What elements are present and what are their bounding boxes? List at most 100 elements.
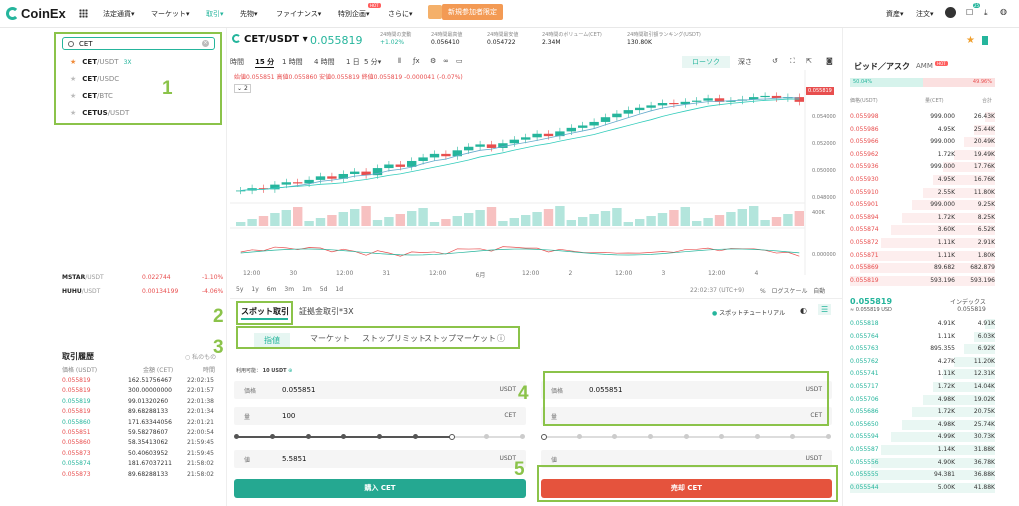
add-funds-icon[interactable]: ⊕ [288, 368, 292, 374]
range-5y[interactable]: 5y [236, 286, 243, 293]
bid-row[interactable]: 0.055764 1.11K 6.03K [850, 331, 995, 343]
layout-toggle-icon[interactable]: ☰ [818, 304, 832, 315]
slider-step[interactable] [719, 434, 725, 439]
apps-grid-icon[interactable] [79, 9, 88, 18]
fullscreen-icon[interactable]: ⛶ [790, 57, 795, 66]
buy-price-field[interactable]: 価格 0.055851 USDT [234, 381, 526, 399]
ask-row[interactable]: 0.055872 1.11K 2.91K [850, 237, 995, 249]
range-3m[interactable]: 3m [284, 286, 294, 293]
promo-banner[interactable]: 新規参加者限定 [428, 4, 503, 22]
bid-row[interactable]: 0.055686 1.72K 20.75K [850, 406, 995, 418]
interval-1h[interactable]: 1 時間 [282, 57, 303, 67]
slider-step[interactable] [683, 434, 689, 439]
nav-orders[interactable]: 注文▾ [916, 9, 934, 19]
slider-step[interactable] [612, 434, 618, 439]
ask-row[interactable]: 0.055869 89.682 682.879 [850, 262, 995, 274]
slider-step[interactable] [377, 434, 382, 439]
bid-row[interactable]: 0.055587 1.14K 31.88K [850, 444, 995, 456]
slider-step[interactable] [576, 434, 582, 439]
candle-type-icon[interactable]: ⫴ [398, 57, 401, 66]
ask-row[interactable]: 0.055819 593.196 593.196 [850, 275, 995, 287]
pair-selector[interactable]: CET/USDT ▾ [232, 34, 308, 45]
nav-markets[interactable]: マーケット▾ [151, 9, 190, 19]
interval-dropdown[interactable]: 5 分▾ [364, 57, 381, 67]
coinex-logo[interactable]: CoinEx [6, 6, 66, 21]
collapse-toggle[interactable]: ⌄ 2 [234, 84, 251, 93]
buy-button[interactable]: 購入 CET [234, 479, 526, 498]
camera-icon[interactable]: ◙ [826, 57, 833, 65]
ask-row[interactable]: 0.055874 3.60K 6.52K [850, 224, 995, 236]
indicator-icon[interactable]: ƒx [413, 57, 420, 65]
view-candle[interactable]: ローソク [682, 56, 730, 68]
download-icon[interactable]: ⤓ [984, 8, 988, 18]
bid-row[interactable]: 0.055706 4.98K 19.02K [850, 394, 995, 406]
avatar[interactable] [945, 7, 956, 18]
buy-amount-slider[interactable] [234, 433, 526, 441]
tab-margin[interactable]: 証拠金取引*3X [299, 306, 354, 317]
range-1y[interactable]: 1y [251, 286, 258, 293]
slider-step[interactable] [484, 434, 490, 439]
ask-row[interactable]: 0.055894 1.72K 8.25K [850, 212, 995, 224]
interval-4h[interactable]: 4 時間 [314, 57, 335, 67]
bid-row[interactable]: 0.055556 4.90K 36.78K [850, 457, 995, 469]
theme-icon[interactable]: ◐ [800, 306, 807, 315]
nav-more[interactable]: さらに▾ [388, 9, 413, 19]
price-chart[interactable] [230, 70, 840, 300]
compare-icon[interactable]: ∞ [443, 57, 449, 65]
expand-icon[interactable]: ⇱ [806, 57, 812, 65]
log-scale-toggle[interactable]: ログスケール [771, 288, 807, 295]
range-6m[interactable]: 6m [267, 286, 277, 293]
buy-amount-field[interactable]: 量 100 CET [234, 407, 526, 425]
nav-fiat[interactable]: 法定通貨▾ [103, 9, 135, 19]
market-row[interactable]: HUHU/USDT 0.00134199 -4.06% [62, 288, 223, 295]
nav-futures[interactable]: 先物▾ [240, 9, 258, 19]
interval-1d[interactable]: 1 日 [346, 57, 360, 67]
ask-row[interactable]: 0.055936 999.000 17.76K [850, 161, 995, 173]
bid-row[interactable]: 0.055762 4.27K 11.20K [850, 356, 995, 368]
slider-step[interactable] [541, 434, 547, 440]
slider-step[interactable] [754, 434, 760, 439]
mine-toggle[interactable]: ○ 私のもの [185, 352, 216, 361]
range-1m[interactable]: 1m [302, 286, 312, 293]
slider-step[interactable] [448, 434, 455, 440]
percent-toggle[interactable]: % [760, 288, 766, 295]
interval-15m[interactable]: 15 分 [255, 57, 275, 68]
market-row[interactable]: MSTAR/USDT 0.022744 -1.10% [62, 274, 223, 281]
slider-step[interactable] [520, 434, 525, 439]
slider-step[interactable] [647, 434, 653, 439]
settings-icon[interactable]: ⚙ [430, 57, 436, 65]
nav-trade[interactable]: 取引▾ [206, 9, 224, 19]
view-depth[interactable]: 深さ [736, 56, 754, 68]
layout-icon[interactable]: ▭ [456, 57, 463, 65]
slider-step[interactable] [826, 434, 831, 439]
slider-step[interactable] [305, 434, 311, 439]
bid-row[interactable]: 0.055544 5.00K 41.88K [850, 482, 995, 494]
orderbook-title[interactable]: ビッド／アスク [854, 61, 910, 72]
bid-row[interactable]: 0.055717 1.72K 14.04K [850, 381, 995, 393]
slider-step[interactable] [269, 434, 275, 439]
nav-assets[interactable]: 資産▾ [886, 9, 904, 19]
ask-row[interactable]: 0.055986 4.95K 25.44K [850, 124, 995, 136]
spot-tutorial-link[interactable]: ● スポットチュートリアル [712, 308, 785, 317]
ask-row[interactable]: 0.055966 999.000 20.49K [850, 136, 995, 148]
range-5d[interactable]: 5d [320, 286, 328, 293]
bid-row[interactable]: 0.055650 4.98K 25.74K [850, 419, 995, 431]
slider-step[interactable] [234, 434, 239, 439]
bid-row[interactable]: 0.055818 4.91K 4.91K [850, 318, 995, 330]
nav-special[interactable]: 特別企画▾ [338, 9, 370, 19]
ask-row[interactable]: 0.055901 999.000 9.25K [850, 199, 995, 211]
ask-row[interactable]: 0.055930 4.95K 16.76K [850, 174, 995, 186]
bid-row[interactable]: 0.055741 1.11K 12.31K [850, 368, 995, 380]
slider-step[interactable] [341, 434, 347, 439]
nav-finance[interactable]: ファイナンス▾ [276, 9, 321, 19]
auto-scale-toggle[interactable]: 自動 [813, 288, 825, 295]
ask-row[interactable]: 0.055910 2.55K 11.80K [850, 187, 995, 199]
globe-icon[interactable]: ◍ [1000, 7, 1007, 16]
buy-total-field[interactable]: 値 5.5851 USDT [234, 450, 526, 468]
ask-row[interactable]: 0.055998 999.000 26.43K [850, 111, 995, 123]
range-1d[interactable]: 1d [335, 286, 343, 293]
ask-row[interactable]: 0.055962 1.72K 19.49K [850, 149, 995, 161]
bid-row[interactable]: 0.055555 94.381 36.88K [850, 469, 995, 481]
sell-amount-slider[interactable] [541, 433, 832, 441]
slider-step[interactable] [790, 434, 796, 439]
